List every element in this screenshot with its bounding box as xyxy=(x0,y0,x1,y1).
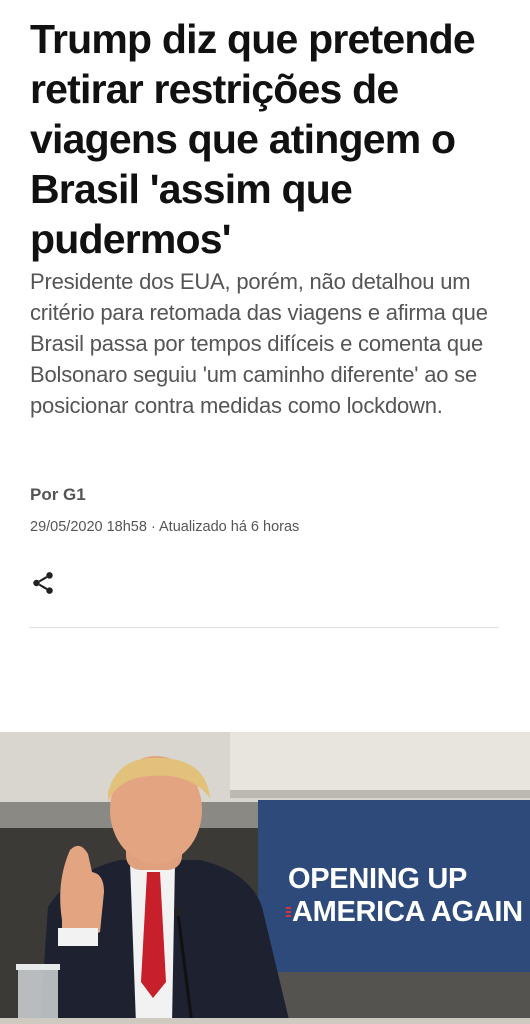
dateline: 29/05/2020 18h58 · Atualizado há 6 horas xyxy=(30,519,300,535)
sign-text-line1: OPENING UP xyxy=(288,863,468,895)
headline: Trump diz que pretende retirar restriçõe… xyxy=(30,16,476,262)
subtitle: Presidente dos EUA, porém, não detalhou … xyxy=(30,269,488,418)
byline: Por G1 xyxy=(30,485,86,504)
sign-text-line2: AMERICA AGAIN xyxy=(292,896,523,928)
share-button[interactable] xyxy=(28,568,58,598)
divider xyxy=(29,627,499,628)
article-photo[interactable]: OPENING UP AMERICA AGAIN xyxy=(0,732,530,1024)
share-icon xyxy=(33,572,53,594)
